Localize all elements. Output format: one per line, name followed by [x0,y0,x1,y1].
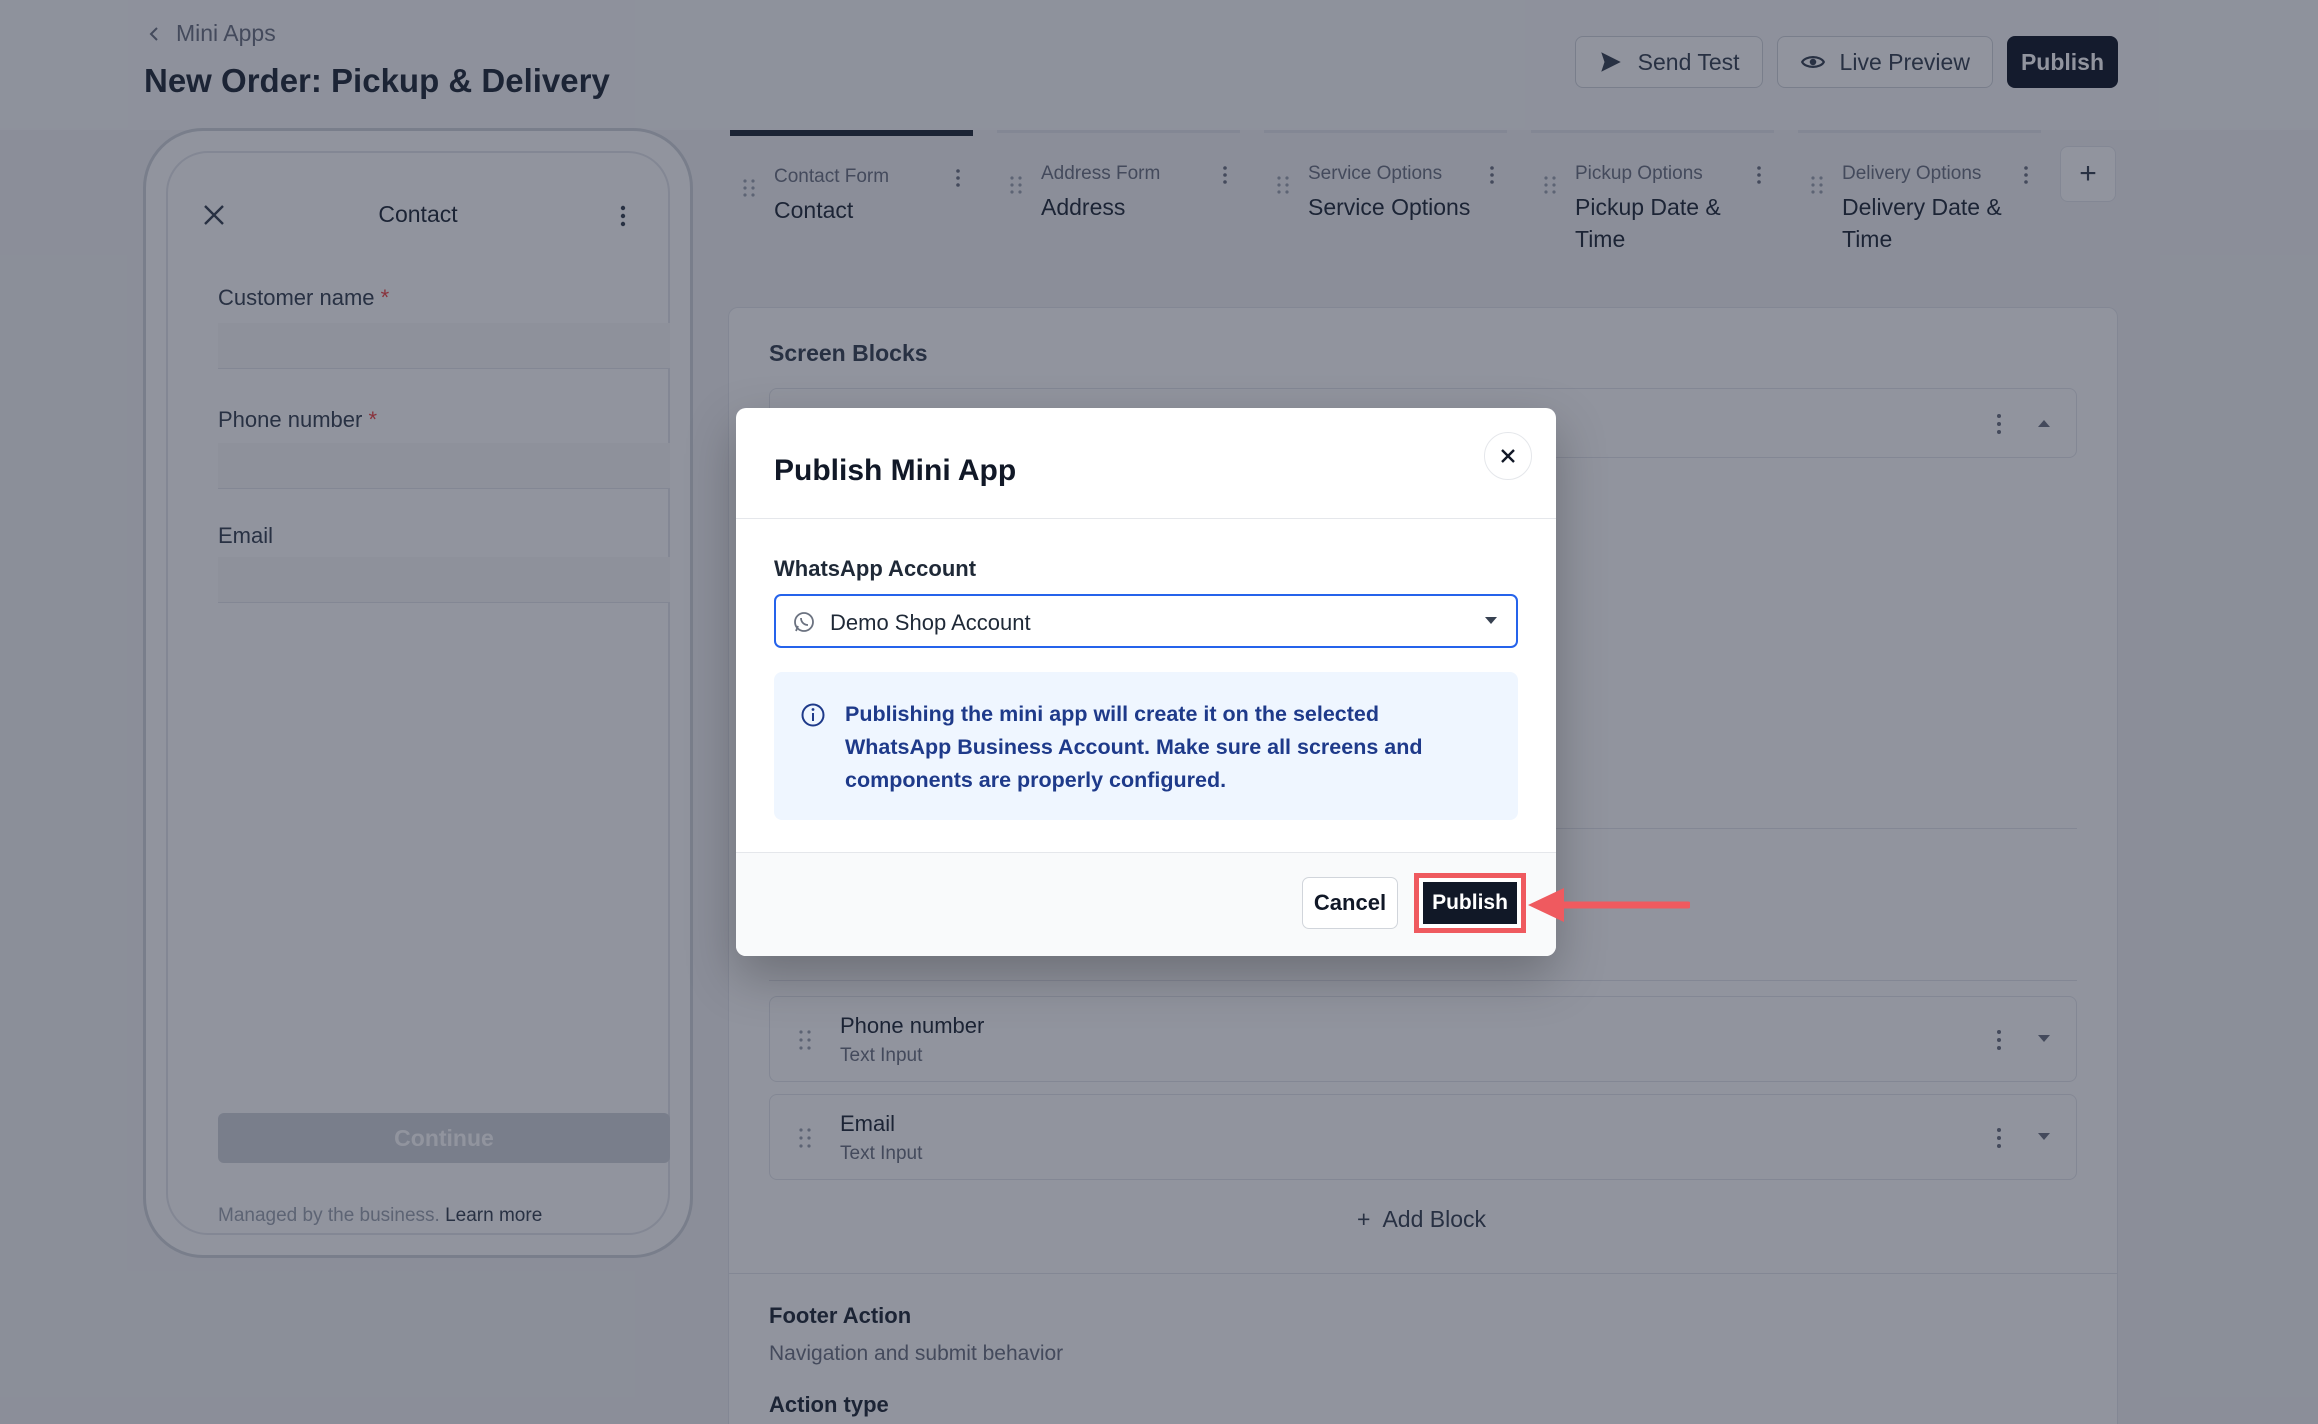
whatsapp-account-value: Demo Shop Account [830,610,1031,635]
publish-highlight: Publish [1414,873,1526,933]
whatsapp-account-label: WhatsApp Account [774,556,977,581]
info-text: Publishing the mini app will create it o… [845,702,1423,792]
cancel-button[interactable]: Cancel [1302,877,1398,929]
whatsapp-account-select[interactable]: Demo Shop Account [774,594,1518,648]
modal-footer: Cancel Publish [736,852,1556,956]
info-callout: Publishing the mini app will create it o… [774,672,1518,820]
caret-down-icon [1485,617,1497,624]
divider [736,518,1556,519]
publish-modal: Publish Mini App WhatsApp Account Demo S… [736,408,1556,956]
whatsapp-icon [794,612,814,632]
annotation-arrow-icon [1528,888,1690,922]
info-icon [801,703,825,727]
close-icon [1501,449,1515,463]
modal-title: Publish Mini App [774,454,1017,487]
confirm-publish-button[interactable]: Publish [1423,882,1517,924]
modal-close-button[interactable] [1484,432,1532,480]
